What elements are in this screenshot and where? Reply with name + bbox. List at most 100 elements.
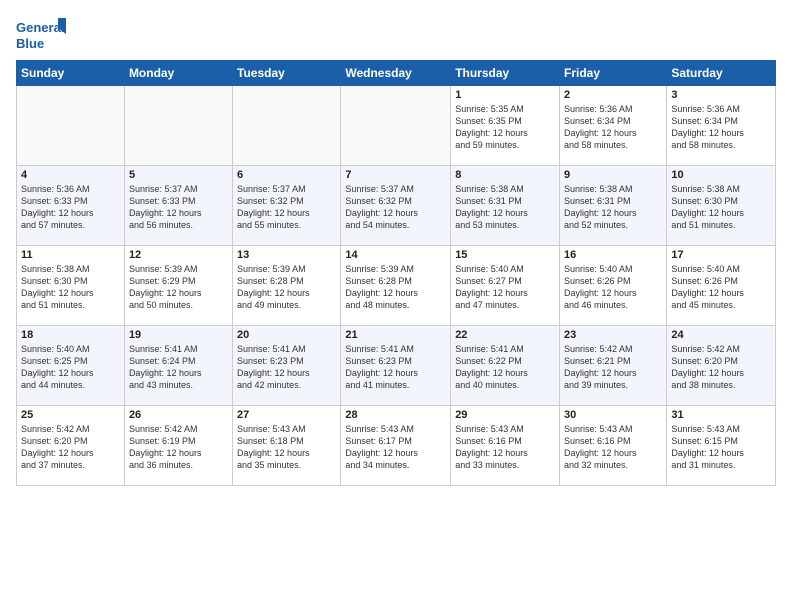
calendar-cell: [124, 86, 232, 166]
weekday-header-row: SundayMondayTuesdayWednesdayThursdayFrid…: [17, 61, 776, 86]
day-number: 22: [455, 329, 555, 341]
calendar-cell: 20 Sunrise: 5:41 AM Sunset: 6:23 PM Dayli…: [233, 326, 341, 406]
day-info: Sunrise: 5:41 AM Sunset: 6:23 PM Dayligh…: [345, 343, 446, 392]
calendar-week-row: 18Sunrise: 5:40 AM Sunset: 6:25 PM Dayli…: [17, 326, 776, 406]
calendar-cell: 8 Sunrise: 5:38 AM Sunset: 6:31 PM Daylig…: [451, 166, 560, 246]
calendar-cell: 5Sunrise: 5:37 AM Sunset: 6:33 PM Daylig…: [124, 166, 232, 246]
day-info: Sunrise: 5:43 AM Sunset: 6:15 PM Dayligh…: [671, 423, 771, 472]
calendar-cell: 25 Sunrise: 5:42 AM Sunset: 6:20 PM Dayli…: [17, 406, 125, 486]
calendar-cell: [17, 86, 125, 166]
calendar-cell: [233, 86, 341, 166]
day-info: Sunrise: 5:39 AM Sunset: 6:29 PM Dayligh…: [129, 263, 228, 312]
day-info: Sunrise: 5:42 AM Sunset: 6:20 PM Dayligh…: [671, 343, 771, 392]
day-info: Sunrise: 5:43 AM Sunset: 6:17 PM Dayligh…: [345, 423, 446, 472]
logo: GeneralBlue: [16, 16, 66, 56]
day-number: 30: [564, 409, 662, 421]
calendar-cell: 3Sunrise: 5:36 AM Sunset: 6:34 PM Daylig…: [667, 86, 776, 166]
logo-icon: GeneralBlue: [16, 16, 66, 56]
day-info: Sunrise: 5:35 AM Sunset: 6:35 PM Dayligh…: [455, 103, 555, 152]
day-number: 5: [129, 169, 228, 181]
day-number: 26: [129, 409, 228, 421]
calendar-cell: 7 Sunrise: 5:37 AM Sunset: 6:32 PM Daylig…: [341, 166, 451, 246]
day-number: 23: [564, 329, 662, 341]
calendar-cell: 29Sunrise: 5:43 AM Sunset: 6:16 PM Dayli…: [451, 406, 560, 486]
calendar-cell: 10 Sunrise: 5:38 AM Sunset: 6:30 PM Dayli…: [667, 166, 776, 246]
day-number: 6: [237, 169, 336, 181]
day-info: Sunrise: 5:38 AM Sunset: 6:31 PM Dayligh…: [455, 183, 555, 232]
day-number: 28: [345, 409, 446, 421]
day-number: 21: [345, 329, 446, 341]
calendar-week-row: 4 Sunrise: 5:36 AM Sunset: 6:33 PM Daylig…: [17, 166, 776, 246]
calendar-cell: 23Sunrise: 5:42 AM Sunset: 6:21 PM Dayli…: [560, 326, 667, 406]
day-number: 10: [671, 169, 771, 181]
calendar-cell: 9 Sunrise: 5:38 AM Sunset: 6:31 PM Daylig…: [560, 166, 667, 246]
day-number: 27: [237, 409, 336, 421]
day-number: 16: [564, 249, 662, 261]
day-number: 4: [21, 169, 120, 181]
day-number: 15: [455, 249, 555, 261]
calendar-cell: 28 Sunrise: 5:43 AM Sunset: 6:17 PM Dayli…: [341, 406, 451, 486]
calendar-cell: 16 Sunrise: 5:40 AM Sunset: 6:26 PM Dayli…: [560, 246, 667, 326]
calendar-cell: 30 Sunrise: 5:43 AM Sunset: 6:16 PM Dayli…: [560, 406, 667, 486]
day-number: 25: [21, 409, 120, 421]
day-number: 13: [237, 249, 336, 261]
calendar-cell: [341, 86, 451, 166]
weekday-header-thursday: Thursday: [451, 61, 560, 86]
day-number: 24: [671, 329, 771, 341]
calendar-cell: 21 Sunrise: 5:41 AM Sunset: 6:23 PM Dayli…: [341, 326, 451, 406]
day-info: Sunrise: 5:37 AM Sunset: 6:32 PM Dayligh…: [345, 183, 446, 232]
calendar-cell: 17Sunrise: 5:40 AM Sunset: 6:26 PM Dayli…: [667, 246, 776, 326]
day-number: 7: [345, 169, 446, 181]
day-info: Sunrise: 5:36 AM Sunset: 6:34 PM Dayligh…: [564, 103, 662, 152]
page-header: GeneralBlue: [16, 16, 776, 56]
day-info: Sunrise: 5:37 AM Sunset: 6:32 PM Dayligh…: [237, 183, 336, 232]
weekday-header-wednesday: Wednesday: [341, 61, 451, 86]
day-info: Sunrise: 5:41 AM Sunset: 6:24 PM Dayligh…: [129, 343, 228, 392]
day-number: 2: [564, 89, 662, 101]
day-number: 14: [345, 249, 446, 261]
day-info: Sunrise: 5:39 AM Sunset: 6:28 PM Dayligh…: [345, 263, 446, 312]
calendar-cell: 22 Sunrise: 5:41 AM Sunset: 6:22 PM Dayli…: [451, 326, 560, 406]
day-number: 12: [129, 249, 228, 261]
calendar-cell: 1 Sunrise: 5:35 AM Sunset: 6:35 PM Daylig…: [451, 86, 560, 166]
day-info: Sunrise: 5:38 AM Sunset: 6:31 PM Dayligh…: [564, 183, 662, 232]
calendar-cell: 24 Sunrise: 5:42 AM Sunset: 6:20 PM Dayli…: [667, 326, 776, 406]
weekday-header-friday: Friday: [560, 61, 667, 86]
svg-text:General: General: [16, 20, 64, 35]
day-info: Sunrise: 5:39 AM Sunset: 6:28 PM Dayligh…: [237, 263, 336, 312]
calendar-cell: 15Sunrise: 5:40 AM Sunset: 6:27 PM Dayli…: [451, 246, 560, 326]
calendar-week-row: 1 Sunrise: 5:35 AM Sunset: 6:35 PM Daylig…: [17, 86, 776, 166]
calendar-cell: 27 Sunrise: 5:43 AM Sunset: 6:18 PM Dayli…: [233, 406, 341, 486]
calendar-cell: 18Sunrise: 5:40 AM Sunset: 6:25 PM Dayli…: [17, 326, 125, 406]
calendar-cell: 19Sunrise: 5:41 AM Sunset: 6:24 PM Dayli…: [124, 326, 232, 406]
calendar-cell: 12 Sunrise: 5:39 AM Sunset: 6:29 PM Dayli…: [124, 246, 232, 326]
day-info: Sunrise: 5:42 AM Sunset: 6:20 PM Dayligh…: [21, 423, 120, 472]
day-info: Sunrise: 5:36 AM Sunset: 6:33 PM Dayligh…: [21, 183, 120, 232]
day-number: 1: [455, 89, 555, 101]
day-info: Sunrise: 5:41 AM Sunset: 6:22 PM Dayligh…: [455, 343, 555, 392]
calendar-cell: 26Sunrise: 5:42 AM Sunset: 6:19 PM Dayli…: [124, 406, 232, 486]
day-number: 20: [237, 329, 336, 341]
day-info: Sunrise: 5:43 AM Sunset: 6:18 PM Dayligh…: [237, 423, 336, 472]
calendar-cell: 14 Sunrise: 5:39 AM Sunset: 6:28 PM Dayli…: [341, 246, 451, 326]
calendar-table: SundayMondayTuesdayWednesdayThursdayFrid…: [16, 60, 776, 486]
day-number: 31: [671, 409, 771, 421]
calendar-cell: 4 Sunrise: 5:36 AM Sunset: 6:33 PM Daylig…: [17, 166, 125, 246]
calendar-week-row: 11Sunrise: 5:38 AM Sunset: 6:30 PM Dayli…: [17, 246, 776, 326]
calendar-cell: 6 Sunrise: 5:37 AM Sunset: 6:32 PM Daylig…: [233, 166, 341, 246]
day-info: Sunrise: 5:43 AM Sunset: 6:16 PM Dayligh…: [455, 423, 555, 472]
day-number: 9: [564, 169, 662, 181]
weekday-header-tuesday: Tuesday: [233, 61, 341, 86]
day-info: Sunrise: 5:43 AM Sunset: 6:16 PM Dayligh…: [564, 423, 662, 472]
day-info: Sunrise: 5:40 AM Sunset: 6:26 PM Dayligh…: [564, 263, 662, 312]
calendar-cell: 31 Sunrise: 5:43 AM Sunset: 6:15 PM Dayli…: [667, 406, 776, 486]
day-info: Sunrise: 5:41 AM Sunset: 6:23 PM Dayligh…: [237, 343, 336, 392]
day-info: Sunrise: 5:36 AM Sunset: 6:34 PM Dayligh…: [671, 103, 771, 152]
day-number: 8: [455, 169, 555, 181]
weekday-header-saturday: Saturday: [667, 61, 776, 86]
day-info: Sunrise: 5:38 AM Sunset: 6:30 PM Dayligh…: [671, 183, 771, 232]
svg-text:Blue: Blue: [16, 36, 44, 51]
day-number: 17: [671, 249, 771, 261]
weekday-header-monday: Monday: [124, 61, 232, 86]
day-info: Sunrise: 5:40 AM Sunset: 6:25 PM Dayligh…: [21, 343, 120, 392]
